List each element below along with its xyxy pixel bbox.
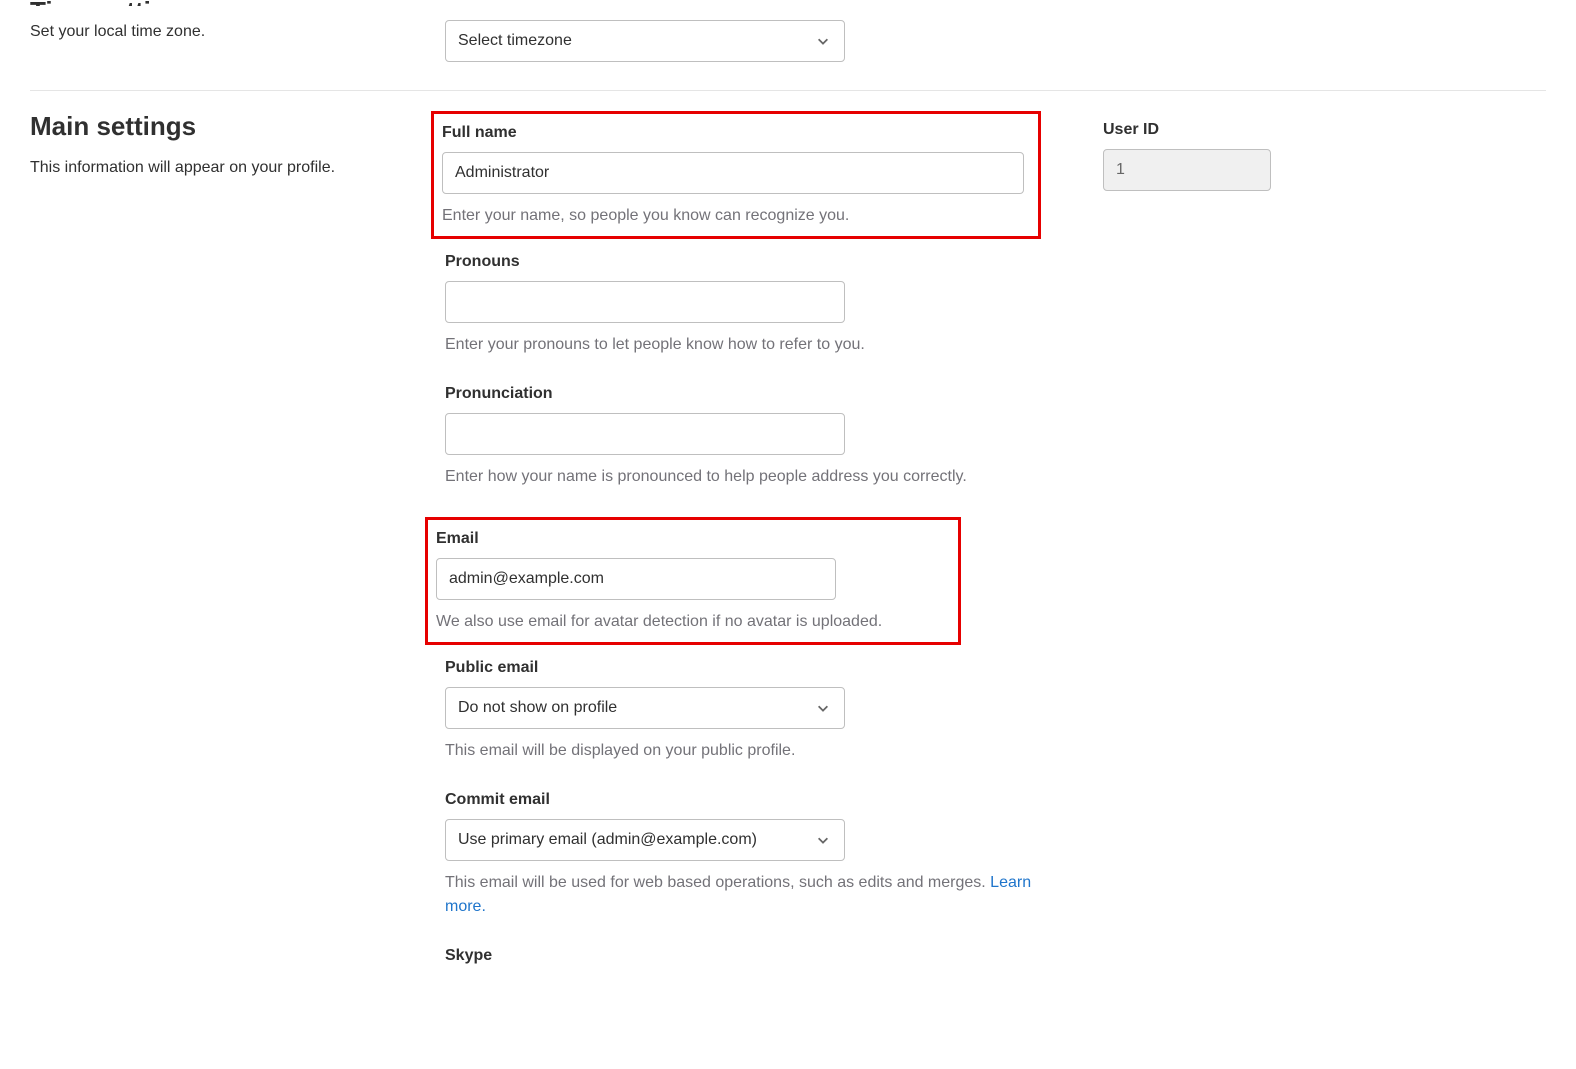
skype-group: Skype [445, 947, 1065, 965]
user-id-label: User ID [1103, 121, 1303, 139]
public-email-select-value: Do not show on profile [458, 699, 617, 716]
time-settings-title: Time settings [30, 0, 445, 6]
full-name-group: Full name Enter your name, so people you… [431, 111, 1041, 239]
commit-email-label: Commit email [445, 791, 1065, 809]
commit-email-help-text: This email will be used for web based op… [445, 874, 990, 891]
pronouns-group: Pronouns Enter your pronouns to let peop… [445, 253, 1065, 357]
full-name-input[interactable] [442, 152, 1024, 194]
email-help: We also use email for avatar detection i… [436, 610, 950, 634]
email-group: Email We also use email for avatar detec… [425, 517, 961, 645]
pronunciation-group: Pronunciation Enter how your name is pro… [445, 385, 1065, 489]
main-settings-title: Main settings [30, 111, 445, 142]
public-email-select[interactable]: Do not show on profile [445, 687, 845, 729]
timezone-select-value: Select timezone [458, 32, 572, 49]
time-settings-desc: Set your local time zone. [30, 20, 445, 44]
pronunciation-input[interactable] [445, 413, 845, 455]
commit-email-group: Commit email Use primary email (admin@ex… [445, 791, 1065, 919]
email-label: Email [436, 530, 950, 548]
public-email-label: Public email [445, 659, 1065, 677]
chevron-down-icon [816, 34, 830, 48]
user-id-input [1103, 149, 1271, 191]
commit-email-help: This email will be used for web based op… [445, 871, 1065, 919]
skype-label: Skype [445, 947, 1065, 965]
user-id-group: User ID [1103, 121, 1303, 191]
public-email-help: This email will be displayed on your pub… [445, 739, 1065, 763]
main-settings-desc: This information will appear on your pro… [30, 156, 445, 180]
full-name-help: Enter your name, so people you know can … [442, 204, 1030, 228]
pronunciation-help: Enter how your name is pronounced to hel… [445, 465, 1065, 489]
public-email-group: Public email Do not show on profile This… [445, 659, 1065, 763]
pronouns-help: Enter your pronouns to let people know h… [445, 333, 1065, 357]
time-settings-section: Time settings Set your local time zone. … [30, 0, 1546, 91]
email-input[interactable] [436, 558, 836, 600]
chevron-down-icon [816, 833, 830, 847]
chevron-down-icon [816, 701, 830, 715]
pronunciation-label: Pronunciation [445, 385, 1065, 403]
commit-email-select-value: Use primary email (admin@example.com) [458, 831, 757, 848]
pronouns-input[interactable] [445, 281, 845, 323]
main-settings-section: Main settings This information will appe… [30, 91, 1546, 993]
commit-email-select[interactable]: Use primary email (admin@example.com) [445, 819, 845, 861]
timezone-select[interactable]: Select timezone [445, 20, 845, 62]
pronouns-label: Pronouns [445, 253, 1065, 271]
full-name-label: Full name [442, 124, 1030, 142]
